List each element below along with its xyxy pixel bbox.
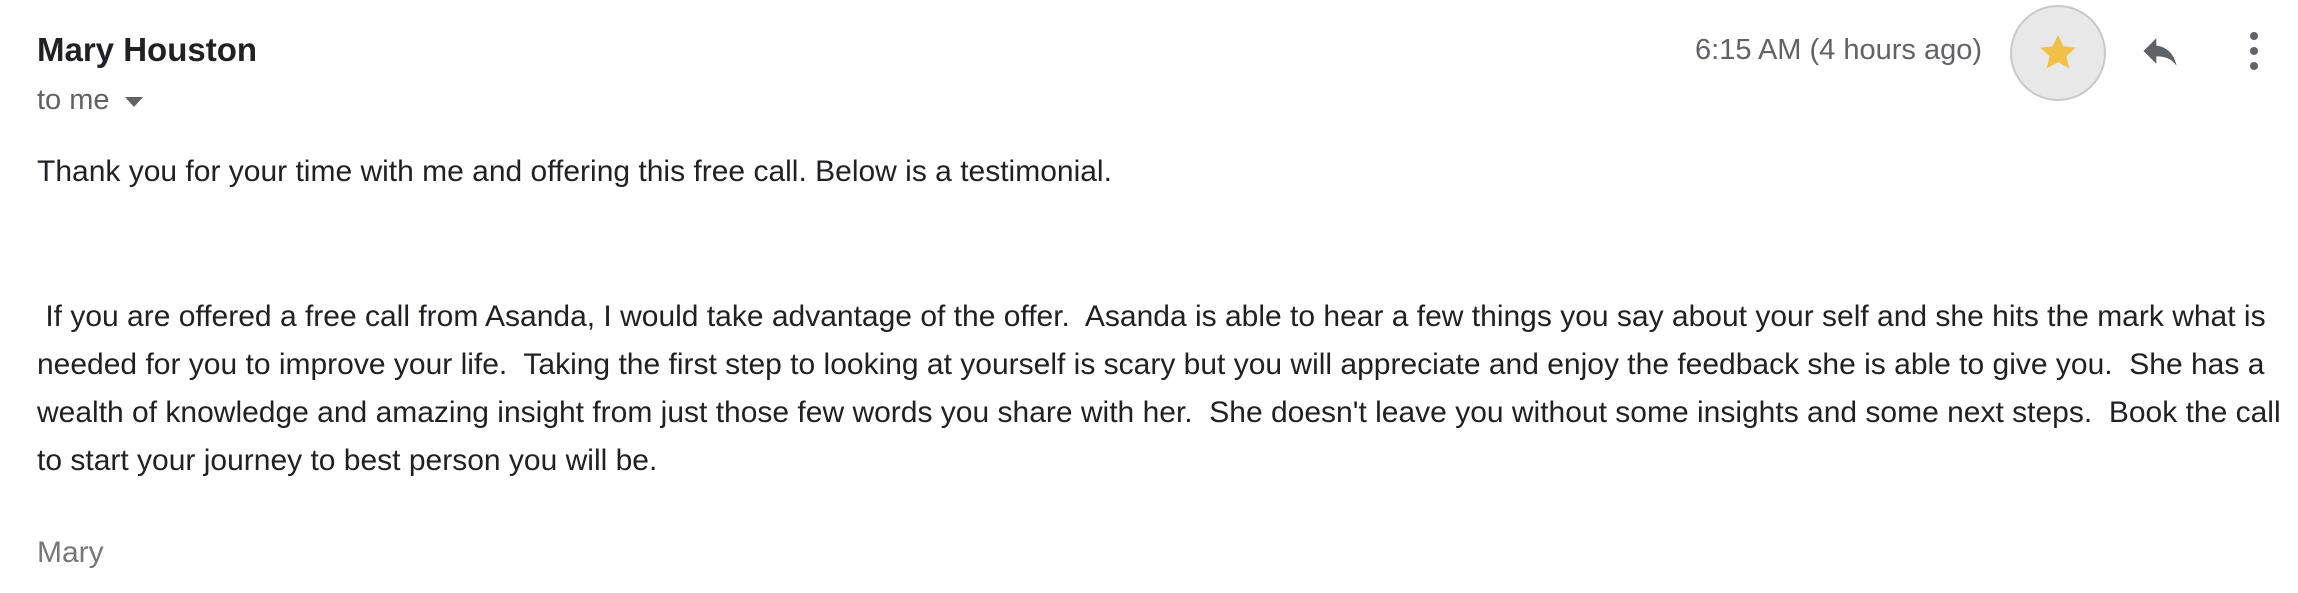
email-header: Mary Houston to me 6:15 AM (4 hours ago): [0, 0, 2298, 150]
recipient-label: to me: [37, 84, 110, 116]
more-options-button[interactable]: [2236, 26, 2272, 76]
email-body-intro: Thank you for your time with me and offe…: [37, 155, 1112, 188]
email-signature: Mary: [37, 536, 104, 569]
star-button[interactable]: [2010, 5, 2106, 101]
reply-icon: [2143, 38, 2177, 66]
reply-button[interactable]: [2135, 26, 2185, 76]
sender-name[interactable]: Mary Houston: [37, 31, 257, 69]
timestamp: 6:15 AM (4 hours ago): [1695, 34, 1982, 66]
recipient-details-toggle[interactable]: to me: [37, 84, 143, 117]
caret-down-icon: [124, 97, 143, 107]
more-vertical-icon: [2250, 32, 2258, 70]
email-body-testimonial: If you are offered a free call from Asan…: [37, 300, 2289, 477]
star-icon: [2040, 35, 2076, 69]
